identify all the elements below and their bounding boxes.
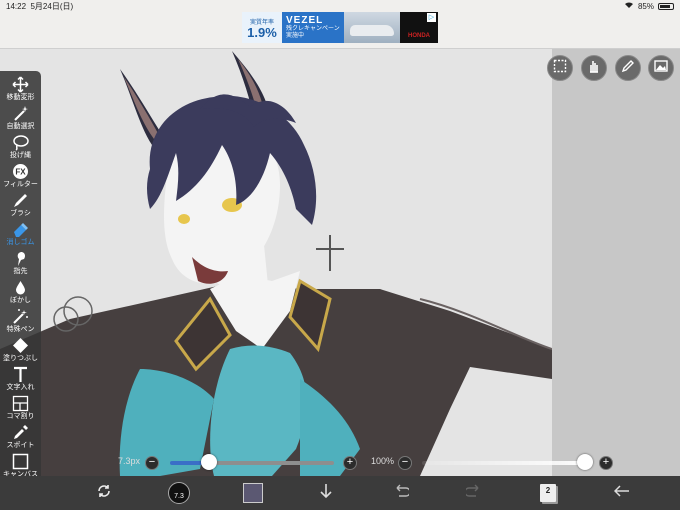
size-minus-button[interactable]: − <box>145 456 159 470</box>
ad-line1: 残クレキャンペーン <box>286 26 340 32</box>
ad-banner[interactable]: 実質年率 1.9% VEZEL 残クレキャンペーン 実施中 HONDA ▷ <box>242 12 438 43</box>
tool-lasso[interactable]: 投げ縄 <box>0 132 41 161</box>
pencil-icon <box>621 59 635 78</box>
ad-model: VEZEL <box>286 15 324 26</box>
finger-icon <box>17 252 25 266</box>
eyedropper-icon <box>14 425 28 439</box>
status-bar: 14:22 5月24日(日) 85% <box>0 0 680 12</box>
image-icon <box>654 59 668 78</box>
layers-button[interactable]: 2 <box>536 476 560 510</box>
tool-label: 指先 <box>13 268 28 275</box>
brush-size-icon: 7.3 <box>168 482 190 504</box>
ad-rate: 1.9% <box>247 24 277 40</box>
tool-label: 特殊ペン <box>6 326 35 333</box>
tool-label: スポイト <box>6 442 35 449</box>
back-icon <box>613 484 630 502</box>
fill-icon <box>13 338 28 353</box>
wifi-icon <box>624 1 634 11</box>
magic-wand-icon <box>14 106 28 121</box>
fx-icon: FX <box>13 164 28 179</box>
blur-drop-icon <box>16 281 25 295</box>
brush-size-button[interactable]: 7.3 <box>166 476 192 510</box>
canvas-icon <box>12 453 29 470</box>
tool-finger[interactable]: 指先 <box>0 248 41 277</box>
brush-size-value: 7.3px <box>118 456 141 466</box>
tool-label: ブラシ <box>10 210 31 217</box>
drawing-canvas[interactable] <box>0 49 552 476</box>
ad-brand: HONDA <box>408 33 430 39</box>
hand-icon <box>587 59 601 78</box>
opacity-minus-button[interactable]: − <box>398 456 412 470</box>
tool-label: 投げ縄 <box>10 152 31 159</box>
tool-fill[interactable]: 塗りつぶし <box>0 335 41 364</box>
workspace[interactable] <box>0 49 680 476</box>
selection-button[interactable] <box>547 55 573 81</box>
status-time: 14:22 5月24日(日) <box>6 2 74 11</box>
image-button[interactable] <box>648 55 674 81</box>
undo-icon <box>393 484 411 503</box>
ad-car-image <box>344 12 400 43</box>
brush-size-label: 7.3 <box>174 493 184 500</box>
tool-text[interactable]: 文字入れ <box>0 364 41 393</box>
opacity-plus-button[interactable]: + <box>599 456 613 470</box>
redo-button[interactable] <box>462 476 486 510</box>
tool-frame-divide[interactable]: コマ割り <box>0 393 41 422</box>
opacity-track[interactable] <box>422 461 586 465</box>
frame-divide-icon <box>12 395 29 412</box>
transform-button[interactable] <box>90 476 118 510</box>
tool-filter[interactable]: FX フィルター <box>0 161 41 190</box>
tool-move[interactable]: 移動変形 <box>0 74 41 103</box>
layer-count: 2 <box>545 486 551 495</box>
ad-rate-block: 実質年率 1.9% <box>242 12 282 43</box>
pencil-button[interactable] <box>615 55 641 81</box>
color-swatch <box>243 483 263 503</box>
tool-brush[interactable]: ブラシ <box>0 190 41 219</box>
tool-blur[interactable]: ぼかし <box>0 277 41 306</box>
tool-label: 文字入れ <box>6 384 35 391</box>
opacity-slider-knob[interactable] <box>577 454 593 470</box>
selection-icon <box>553 59 567 78</box>
text-icon <box>14 366 27 382</box>
transform-icon <box>96 483 112 504</box>
status-date: 5月24日(日) <box>30 2 74 11</box>
battery-icon <box>658 2 674 10</box>
back-button[interactable] <box>610 476 634 510</box>
undo-button[interactable] <box>389 476 413 510</box>
status-right: 85% <box>624 1 674 11</box>
move-icon <box>12 76 29 93</box>
tool-special-pen[interactable]: 特殊ペン <box>0 306 41 335</box>
artwork <box>0 51 552 476</box>
tool-label: フィルター <box>3 181 38 188</box>
download-button[interactable] <box>314 476 338 510</box>
hand-button[interactable] <box>581 55 607 81</box>
eraser-icon <box>14 223 28 237</box>
size-slider-knob[interactable] <box>201 454 217 470</box>
svg-text:FX: FX <box>15 168 26 177</box>
redo-icon <box>464 484 482 503</box>
tool-label: コマ割り <box>6 413 35 420</box>
tool-label: 塗りつぶし <box>2 355 39 362</box>
tool-palette: 移動変形 自動選択 投げ縄 FX フィルター ブラシ 消しゴム 指先 ぼかし 特… <box>0 71 41 488</box>
tool-label: 自動選択 <box>6 123 35 130</box>
tool-label: 移動変形 <box>6 94 35 101</box>
color-button[interactable] <box>241 476 265 510</box>
tool-auto-select[interactable]: 自動選択 <box>0 103 41 132</box>
size-track[interactable] <box>208 461 334 465</box>
lasso-icon <box>13 135 29 151</box>
adchoices-icon[interactable]: ▷ <box>427 13 436 22</box>
special-pen-icon <box>13 309 28 324</box>
size-plus-button[interactable]: + <box>343 456 357 470</box>
tool-label: ぼかし <box>10 297 31 304</box>
tool-label: 消しゴム <box>6 239 35 246</box>
layers-icon: 2 <box>540 484 556 502</box>
ad-text: VEZEL 残クレキャンペーン 実施中 <box>282 15 344 40</box>
tool-eraser[interactable]: 消しゴム <box>0 219 41 248</box>
download-icon <box>319 483 333 504</box>
opacity-value: 100% <box>371 456 395 466</box>
bottom-toolbar: 7.3 2 <box>0 476 680 510</box>
brush-icon <box>14 194 27 207</box>
battery-percent: 85% <box>637 1 654 11</box>
tool-eyedropper[interactable]: スポイト <box>0 422 41 451</box>
ad-line2: 実施中 <box>286 33 305 39</box>
